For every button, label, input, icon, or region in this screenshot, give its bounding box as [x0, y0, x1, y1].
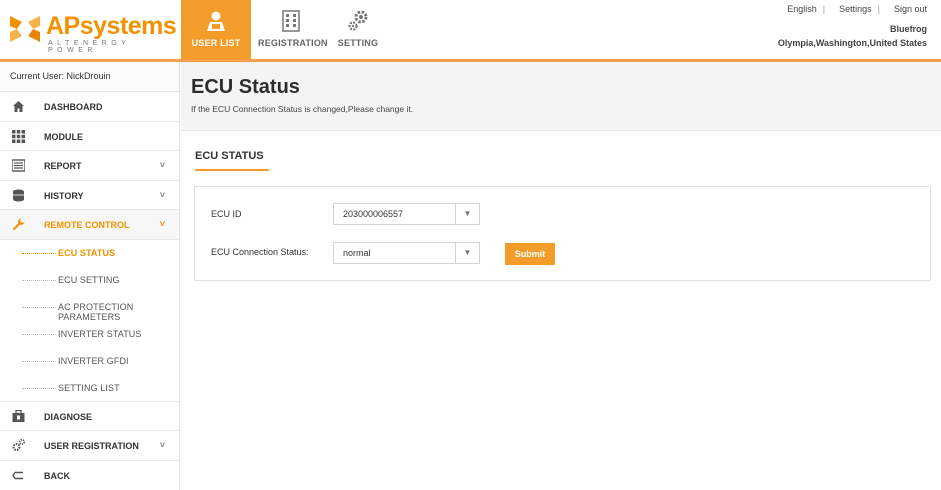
tree-connector: [22, 252, 56, 254]
dropdown-arrow-icon: ▼: [455, 204, 479, 224]
report-icon: [12, 159, 25, 172]
tab-user-list[interactable]: USER LIST: [181, 0, 251, 59]
language-link[interactable]: English: [787, 4, 817, 14]
tab-ecu-status[interactable]: ECU STATUS: [195, 150, 264, 162]
sidebar-subitem-ac-protection-parameters[interactable]: AC PROTECTION PARAMETERS: [0, 294, 179, 322]
sidebar-subitem-label: INVERTER STATUS: [58, 328, 142, 339]
apsystems-logo-mark-icon: [10, 16, 40, 42]
page-title: ECU Status: [191, 76, 300, 98]
ecu-id-label: ECU ID: [211, 209, 242, 219]
sidebar-item-user-registration[interactable]: USER REGISTRATION ˅: [0, 431, 179, 461]
sidebar-item-label: MODULE: [44, 131, 83, 142]
settings-link[interactable]: Settings: [839, 4, 872, 14]
user-icon: [207, 11, 225, 31]
tree-connector: [22, 360, 56, 362]
sidebar-item-back[interactable]: BACK: [0, 461, 179, 490]
sidebar-subitem-setting-list[interactable]: SETTING LIST: [0, 375, 179, 402]
sidebar-subitem-label: ECU SETTING: [58, 274, 120, 285]
sidebar-item-label: DASHBOARD: [44, 102, 103, 112]
tree-connector: [22, 387, 56, 389]
tab-active-underline: [195, 169, 269, 171]
gears-icon: [348, 10, 368, 31]
tab-registration[interactable]: REGISTRATION: [258, 0, 328, 59]
connection-status-label: ECU Connection Status:: [211, 247, 309, 257]
sign-out-link[interactable]: Sign out: [894, 4, 927, 14]
sidebar-item-label: REMOTE CONTROL: [44, 220, 130, 230]
apsystems-logo[interactable]: APsystems ALTENERGY POWER: [8, 10, 177, 54]
gears-icon: [12, 439, 25, 451]
chevron-down-icon: ˅: [159, 219, 165, 229]
sidebar-subitem-label: INVERTER GFDI: [58, 355, 129, 366]
sidebar-item-remote-control[interactable]: REMOTE CONTROL ˅: [0, 210, 179, 240]
tree-connector: [22, 279, 56, 281]
ecu-id-select[interactable]: 203000006557 ▼: [333, 203, 480, 225]
toolbox-icon: [12, 409, 25, 422]
separator: |: [877, 4, 880, 14]
sidebar-item-label: USER REGISTRATION: [44, 441, 139, 451]
sidebar-item-label: REPORT: [44, 161, 82, 171]
top-header: APsystems ALTENERGY POWER USER LIST REGI…: [0, 0, 941, 62]
chevron-down-icon: ˅: [159, 189, 165, 200]
sidebar-item-history[interactable]: HISTORY ˅: [0, 181, 179, 210]
submit-button[interactable]: Submit: [505, 243, 555, 265]
sidebar-item-report[interactable]: REPORT ˅: [0, 151, 179, 181]
sidebar-item-label: BACK: [44, 470, 70, 481]
sidebar-subitem-inverter-gfdi[interactable]: INVERTER GFDI: [0, 348, 179, 375]
sidebar-item-dashboard[interactable]: DASHBOARD: [0, 92, 179, 122]
sidebar-subitem-label: ECU STATUS: [58, 247, 116, 258]
dropdown-arrow-icon: ▼: [455, 243, 479, 263]
database-icon: [13, 189, 24, 201]
wrench-icon: [12, 218, 25, 231]
sidebar-subitem-label: AC PROTECTION PARAMETERS: [58, 301, 134, 322]
sidebar-subitem-label: SETTING LIST: [58, 382, 120, 393]
tab-registration-label: REGISTRATION: [258, 38, 328, 48]
chevron-down-icon: ˅: [159, 160, 165, 170]
connection-status-select[interactable]: normal ▼: [333, 242, 480, 264]
sidebar-item-label: HISTORY: [44, 190, 84, 201]
sidebar: Current User: NickDrouin DASHBOARD MODUL…: [0, 62, 180, 490]
ecu-id-value: 203000006557: [343, 209, 404, 219]
ecu-status-form: ECU ID 203000006557 ▼ ECU Connection Sta…: [194, 186, 931, 281]
sidebar-item-diagnose[interactable]: DIAGNOSE: [0, 402, 179, 431]
grid-icon: [12, 129, 25, 143]
page-subtitle: If the ECU Connection Status is changed,…: [191, 104, 414, 114]
user-name: Bluefrog: [890, 24, 927, 34]
tab-setting[interactable]: SETTING: [330, 0, 386, 59]
main-content: ECU Status If the ECU Connection Status …: [181, 62, 941, 490]
top-links: English | Settings | Sign out Bluefrog Olymp…: [778, 4, 927, 48]
separator: |: [822, 4, 826, 14]
sidebar-item-module[interactable]: MODULE: [0, 122, 179, 151]
home-icon: [13, 101, 24, 112]
tab-user-list-label: USER LIST: [191, 38, 241, 48]
chevron-down-icon: ˅: [159, 440, 165, 450]
sidebar-subitem-ecu-setting[interactable]: ECU SETTING: [0, 267, 179, 294]
user-location: Olympia,Washington,United States: [777, 38, 927, 48]
building-icon: [282, 10, 300, 32]
logo-subtitle: ALTENERGY POWER: [48, 40, 131, 54]
current-user-label: Current User: NickDrouin: [0, 62, 179, 92]
tab-setting-label: SETTING: [337, 38, 379, 48]
sidebar-subitem-inverter-status[interactable]: INVERTER STATUS: [0, 321, 179, 348]
logo-text: APsystems: [46, 12, 177, 40]
back-icon: [12, 471, 23, 479]
tree-connector: [22, 333, 56, 335]
page-header: ECU Status If the ECU Connection Status …: [181, 62, 941, 131]
sidebar-subitem-ecu-status[interactable]: ECU STATUS: [0, 240, 179, 267]
tree-connector: [22, 306, 56, 308]
sidebar-item-label: DIAGNOSE: [44, 411, 93, 422]
connection-status-value: normal: [343, 248, 371, 258]
